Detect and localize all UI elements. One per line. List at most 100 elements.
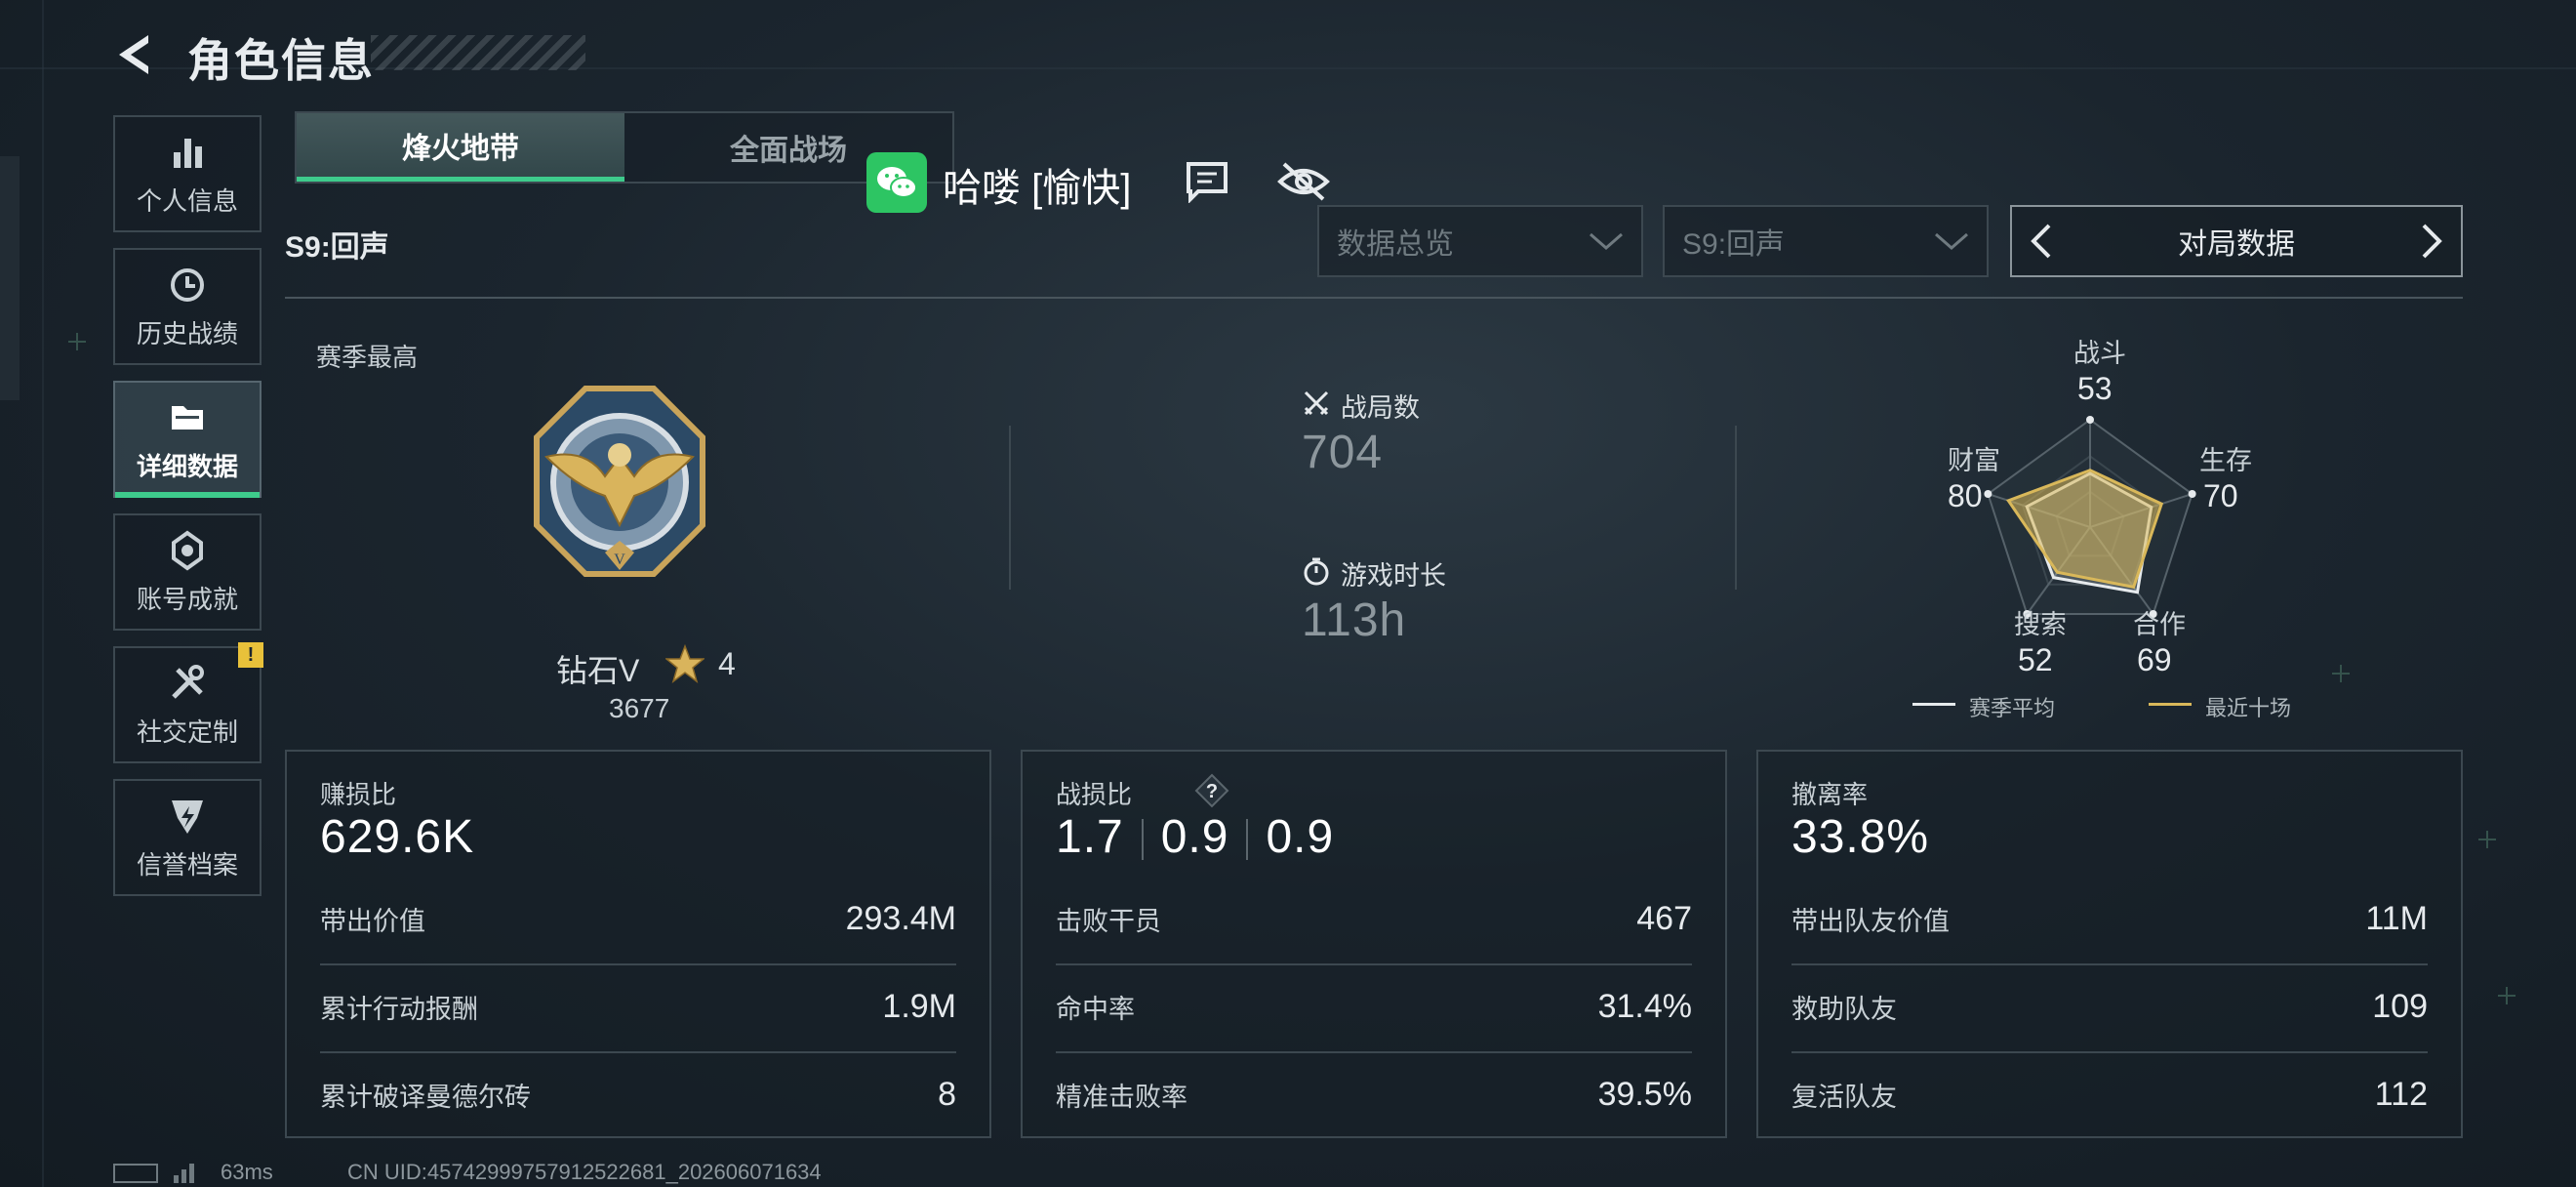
sidebar-item-label: 社交定制 — [136, 716, 238, 747]
radar-value-search: 52 — [2018, 642, 2053, 677]
ping-value: 63ms — [221, 1160, 273, 1184]
help-icon[interactable]: ? — [1194, 773, 1229, 808]
radar-value-combat: 53 — [2077, 371, 2113, 406]
profit-panel: 赚损比 629.6K 带出价值 293.4M 累计行动报酬 1.9M 累计破译曼… — [285, 750, 991, 1138]
mode-tabs: 烽火地带 全面战场 — [295, 111, 954, 184]
kd-panel: 战损比 ? 1.7 0.9 0.9 击败干员 467 命中率 31.4% 精准击败率… — [1021, 750, 1727, 1138]
radar-value-survival: 70 — [2203, 478, 2238, 513]
signal-icon — [174, 1164, 194, 1183]
stat-label: 击败干员 — [1056, 906, 1161, 936]
stat-label: 带出队友价值 — [1791, 906, 1950, 936]
stat-value: 31.4% — [1597, 987, 1692, 1025]
hide-eye-icon[interactable] — [1274, 158, 1333, 205]
divider — [1141, 819, 1144, 861]
kd-value: 0.9 — [1266, 811, 1335, 863]
diamond-rank-medal-icon: V — [534, 386, 705, 577]
extract-panel: 撤离率 33.8% 带出队友价值 11M 救助队友 109 复活队友 112 — [1756, 750, 2463, 1138]
chevron-down-icon — [1935, 232, 1968, 250]
stat-row: 带出队友价值 11M — [1791, 875, 2428, 962]
season-label: S9:回声 — [285, 231, 389, 264]
stat-label: 累计破译曼德尔砖 — [320, 1082, 531, 1112]
kd-value: 0.9 — [1160, 811, 1229, 863]
title-decoration — [371, 35, 585, 70]
divider — [285, 297, 2463, 299]
player-name: 哈喽 [愉快] — [943, 167, 1132, 210]
divider — [1735, 426, 1737, 590]
radar-label-survival: 生存 — [2199, 446, 2252, 475]
sidebar-item-credit[interactable]: 信誉档案 — [113, 779, 262, 896]
sidebar-item-label: 个人信息 — [136, 185, 238, 216]
page-title: 角色信息 — [187, 35, 375, 86]
matches-value: 704 — [1302, 427, 1384, 478]
sidebar-item-label: 信誉档案 — [136, 849, 238, 880]
notification-badge: ! — [238, 642, 263, 668]
dropdown-value: S9:回声 — [1682, 228, 1786, 261]
radar-label-teamwork: 合作 — [2133, 610, 2186, 639]
chevron-left-icon[interactable] — [2028, 222, 2053, 261]
bar-chart-icon — [174, 138, 202, 168]
sidebar-item-personal-info[interactable]: 个人信息 — [113, 115, 262, 232]
radar-label-combat: 战斗 — [2073, 339, 2126, 368]
playtime-label: 游戏时长 — [1341, 561, 1446, 591]
stat-row: 累计破译曼德尔砖 8 — [320, 1050, 956, 1138]
chevron-down-icon — [1590, 232, 1623, 250]
panel-title: 赚损比 — [320, 780, 397, 809]
panel-title: 撤离率 — [1791, 780, 1869, 809]
kd-values: 1.7 0.9 0.9 — [1056, 810, 1334, 864]
radar-vertex-survival — [2188, 490, 2196, 499]
sidebar-item-achievements[interactable]: 账号成就 — [113, 513, 262, 631]
sidebar-item-label: 历史战绩 — [136, 318, 238, 348]
stat-label: 命中率 — [1056, 994, 1135, 1024]
stat-value: 467 — [1636, 899, 1692, 937]
stat-value: 39.5% — [1597, 1075, 1692, 1113]
matches-label: 战局数 — [1341, 393, 1420, 423]
stat-row: 击败干员 467 — [1056, 875, 1692, 962]
stat-value: 109 — [2372, 987, 2428, 1025]
stat-row: 精准击败率 39.5% — [1056, 1050, 1692, 1138]
sidebar-item-detailed-data[interactable]: 详细数据 — [113, 381, 262, 498]
radar-value-wealth: 80 — [1948, 478, 1983, 513]
sidebar-item-label: 账号成就 — [136, 584, 238, 614]
sidebar-item-history[interactable]: 历史战绩 — [113, 248, 262, 365]
stat-row: 命中率 31.4% — [1056, 962, 1692, 1050]
stat-label: 累计行动报酬 — [320, 994, 478, 1024]
radar-vertex-combat — [2086, 416, 2094, 424]
help-glyph: ? — [1206, 781, 1218, 802]
battery-icon — [113, 1164, 158, 1183]
stat-label: 复活队友 — [1791, 1082, 1897, 1112]
nav-label: 对局数据 — [2178, 228, 2295, 261]
tab-firezone[interactable]: 烽火地带 — [297, 113, 624, 182]
sidebar-item-social[interactable]: 社交定制 ! — [113, 642, 263, 763]
radar-vertex-wealth — [1984, 490, 1992, 499]
stat-value: 11M — [2365, 899, 2428, 937]
stat-value: 8 — [938, 1075, 956, 1113]
panel-main-value: 629.6K — [320, 811, 475, 863]
svg-text:V: V — [614, 552, 625, 568]
chat-icon[interactable] — [1183, 158, 1231, 203]
radar-value-teamwork: 69 — [2137, 642, 2172, 677]
radar-label-wealth: 财富 — [1948, 446, 2000, 475]
divider — [1246, 819, 1249, 861]
rank-stars-count: 4 — [718, 646, 736, 681]
rank-name: 钻石V — [556, 653, 640, 688]
stat-label: 带出价值 — [320, 906, 425, 936]
back-arrow-icon[interactable] — [109, 29, 160, 80]
overview-dropdown[interactable]: 数据总览 — [1317, 205, 1643, 277]
sidebar-item-label: 详细数据 — [136, 451, 238, 481]
stat-row: 救助队友 109 — [1791, 962, 2428, 1050]
stat-value: 1.9M — [882, 987, 956, 1025]
stat-row: 带出价值 293.4M — [320, 875, 956, 962]
star-icon — [665, 644, 704, 683]
radar-label-search: 搜索 — [2014, 610, 2067, 639]
credit-shield-icon — [172, 799, 203, 834]
stat-row: 累计行动报酬 1.9M — [320, 962, 956, 1050]
uid-text: CN UID:45742999757912522681_202606071634 — [347, 1160, 822, 1184]
panel-main-value: 33.8% — [1791, 811, 1930, 863]
stat-value: 293.4M — [845, 899, 956, 937]
stopwatch-icon — [1304, 557, 1329, 586]
dropdown-value: 数据总览 — [1337, 228, 1454, 261]
rank-score: 3677 — [609, 693, 670, 723]
stat-row: 复活队友 112 — [1791, 1050, 2428, 1138]
chevron-right-icon[interactable] — [2420, 222, 2445, 261]
season-dropdown[interactable]: S9:回声 — [1663, 205, 1989, 277]
